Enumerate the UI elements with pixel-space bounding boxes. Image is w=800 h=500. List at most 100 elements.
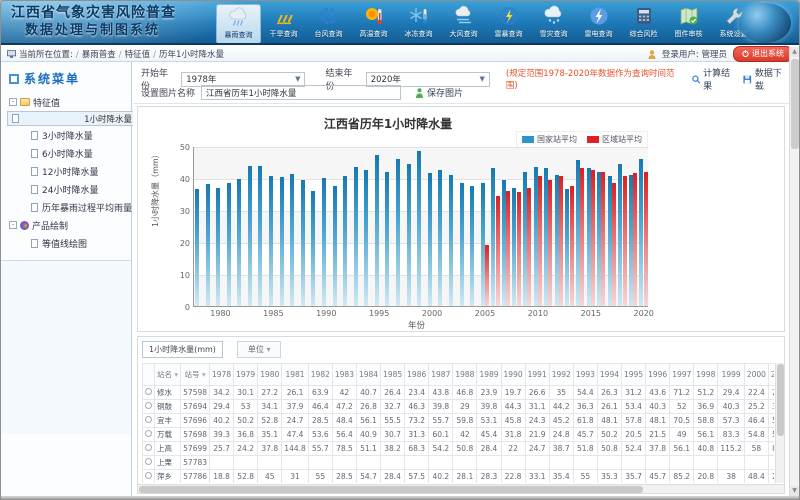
year-header-2001[interactable]: 2001 [768,364,774,386]
nav-item-lightning[interactable]: 雷电查询 [576,4,621,44]
tree-node-0[interactable]: -特征值 [7,93,131,111]
nav-item-wind[interactable]: 大风查询 [441,4,486,44]
cell-value: 28.5 [308,414,332,428]
table-row-上高[interactable]: 上高 5769925.724.237.8144.855.778.551.138.… [143,442,775,456]
year-header-1985[interactable]: 1985 [381,364,405,386]
nav-item-high-temp[interactable]: 高温查询 [351,4,396,44]
nav-item-typhoon[interactable]: 台风查询 [306,4,351,44]
cell-value: 22.8 [501,470,525,484]
tree-node-1[interactable]: -产品绘制 [7,216,131,234]
row-radio[interactable] [143,470,155,484]
row-radio[interactable] [143,456,155,470]
year-header-1979[interactable]: 1979 [234,364,258,386]
tree-leaf-12小时降水量[interactable]: 12小时降水量 [7,162,131,180]
year-header-1988[interactable]: 1988 [453,364,477,386]
tree-expand-icon[interactable]: - [9,98,17,106]
year-header-2000[interactable]: 2000 [744,364,768,386]
row-radio[interactable] [143,414,155,428]
year-header-1986[interactable]: 1986 [405,364,429,386]
year-header-1980[interactable]: 1980 [258,364,282,386]
tree-leaf-6小时降水量[interactable]: 6小时降水量 [7,144,131,162]
image-name-input[interactable]: 江西省历年1小时降水量 [201,85,401,100]
cell-value [405,456,429,470]
year-header-1992[interactable]: 1992 [549,364,573,386]
tree-expand-icon[interactable]: - [9,221,17,229]
legend-item-0[interactable]: 国家站平均 [522,134,577,145]
row-radio[interactable] [143,400,155,414]
cell-value: 35.1 [258,428,282,442]
table-row-萍乡[interactable]: 萍乡 5778618.852.845315528.554.728.457.540… [143,470,775,484]
year-header-1993[interactable]: 1993 [573,364,597,386]
cell-value: 37.9 [282,400,308,414]
nav-item-calculator[interactable]: 综合风险 [621,4,666,44]
page-scrollbar[interactable]: ▲ ▼ [789,47,799,496]
station-id-header[interactable]: 站号 ▾ [181,364,210,386]
year-header-1984[interactable]: 1984 [356,364,380,386]
year-header-1996[interactable]: 1996 [646,364,670,386]
cell-value: 44.3 [501,400,525,414]
logout-button[interactable]: 退出系统 [733,46,793,62]
year-header-1982[interactable]: 1982 [308,364,332,386]
nav-item-rain-cloud[interactable]: 暴雨查询 [216,4,261,44]
calculate-button[interactable]: 计算结果 [692,66,738,92]
cell-value: 43.6 [646,386,670,400]
tree-leaf-3小时降水量[interactable]: 3小时降水量 [7,126,131,144]
station-name-header[interactable]: 站名 ▾ [155,364,181,386]
year-header-1989[interactable]: 1989 [477,364,501,386]
bar-national-1978 [195,189,199,306]
row-radio[interactable] [143,428,155,442]
save-image-button[interactable]: 保存图片 [415,86,463,99]
unit-filter[interactable]: 单位 ▾ [237,341,282,358]
table-vertical-scrollbar[interactable] [775,363,784,483]
table-row-宜丰[interactable]: 宜丰 5769640.250.252.824.728.548.456.155.5… [143,414,775,428]
cell-value [234,456,258,470]
nav-item-globe-lightning[interactable]: 雷暴查询 [486,4,531,44]
year-header-1998[interactable]: 1998 [694,364,718,386]
cell-value: 51.8 [573,442,597,456]
cell-value [381,456,405,470]
data-grid-container[interactable]: 站名 ▾ 站号 ▾1978197919801981198219831984198… [142,363,774,483]
breadcrumb-segment[interactable]: 历年1小时降水量 [159,50,224,60]
bar-national-1999 [417,151,421,306]
row-radio[interactable] [143,442,155,456]
year-header-1981[interactable]: 1981 [282,364,308,386]
tree-leaf-24小时降水量[interactable]: 24小时降水量 [7,180,131,198]
year-header-1991[interactable]: 1991 [525,364,549,386]
year-header-1995[interactable]: 1995 [622,364,646,386]
year-header-1997[interactable]: 1997 [670,364,694,386]
table-row-铜鼓[interactable]: 铜鼓 5769429.45334.137.946.447.226.832.746… [143,400,775,414]
cell-value: 31.2 [622,386,646,400]
tree-leaf-1小时降水量[interactable]: 1小时降水量 [7,111,137,126]
cell-value: 35 [549,386,573,400]
cell-value: 24.7 [282,414,308,428]
year-header-1987[interactable]: 1987 [429,364,453,386]
breadcrumb-segment[interactable]: 暴雨普查 [82,50,116,60]
tree-leaf-等值线绘图[interactable]: 等值线绘图 [7,234,131,252]
year-header-1999[interactable]: 1999 [718,364,744,386]
year-header-1994[interactable]: 1994 [597,364,621,386]
table-row-万载[interactable]: 万载 5769839.336.835.147.453.656.440.930.7… [143,428,775,442]
table-row-上栗[interactable]: 上栗 57783 [143,456,775,470]
nav-item-snow-cloud[interactable]: 雪灾查询 [531,4,576,44]
monitor-icon [7,50,16,58]
nav-item-map-check[interactable]: 图件审核 [666,4,711,44]
cell-value: 45.8 [501,414,525,428]
download-button[interactable]: 数据下载 [743,66,789,92]
table-row-修水[interactable]: 修水 5759834.230.127.226.163.94240.726.423… [143,386,775,400]
nav-item-drought[interactable]: 干旱查询 [261,4,306,44]
tree-leaf-历年暴雨过程平均雨量[interactable]: 历年暴雨过程平均雨量 [7,198,131,216]
table-horizontal-scrollbar[interactable] [138,484,784,493]
scroll-up-arrow[interactable]: ▲ [790,47,799,57]
year-header-1983[interactable]: 1983 [332,364,356,386]
nav-item-freeze[interactable]: 冰冻查询 [396,4,441,44]
bar-regional-2010 [538,176,542,306]
save-image-icon [415,88,424,98]
row-radio[interactable] [143,386,155,400]
scroll-down-arrow[interactable]: ▼ [790,486,799,496]
cell-value: 29.4 [210,400,234,414]
year-header-1990[interactable]: 1990 [501,364,525,386]
year-header-1978[interactable]: 1978 [210,364,234,386]
legend-item-1[interactable]: 区域站平均 [587,134,642,145]
breadcrumb-segment[interactable]: 特征值 [125,50,151,60]
scrollbar-thumb[interactable] [791,59,799,149]
